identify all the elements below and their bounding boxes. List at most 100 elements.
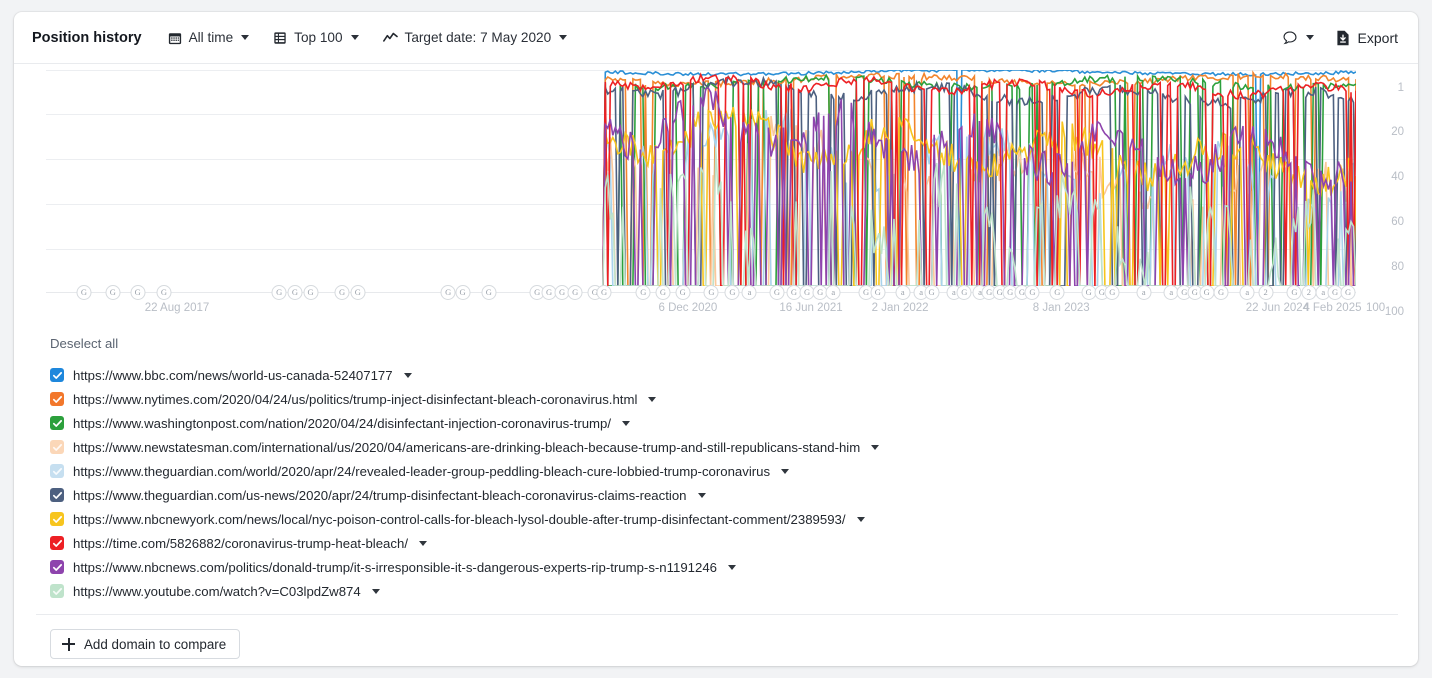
url-label[interactable]: https://time.com/5826882/coronavirus-tru…: [73, 536, 408, 551]
url-legend-list: Deselect all https://www.bbc.com/news/wo…: [14, 324, 1418, 603]
algo-update-marker[interactable]: a: [741, 285, 757, 300]
chart-series-lines: [46, 70, 1356, 286]
algo-update-marker[interactable]: G: [76, 285, 92, 300]
algo-update-marker[interactable]: G: [675, 285, 691, 300]
algo-update-marker[interactable]: G: [156, 285, 172, 300]
url-label[interactable]: https://www.youtube.com/watch?v=C03lpdZw…: [73, 584, 361, 599]
header-actions: Export: [1282, 30, 1398, 46]
x-axis-tick: 16 Jun 2021: [779, 302, 843, 314]
algo-update-marker[interactable]: G: [724, 285, 740, 300]
algo-update-marker[interactable]: G: [481, 285, 497, 300]
url-label[interactable]: https://www.nytimes.com/2020/04/24/us/po…: [73, 392, 637, 407]
algo-update-marker[interactable]: G: [655, 285, 671, 300]
add-domain-area: Add domain to compare: [14, 615, 1418, 659]
target-date-filter[interactable]: Target date: 7 May 2020: [382, 30, 568, 45]
check-icon: [52, 491, 62, 499]
algo-update-marker[interactable]: G: [956, 285, 972, 300]
page-title: Position history: [32, 29, 142, 46]
algo-update-marker[interactable]: G: [870, 285, 886, 300]
algo-update-marker[interactable]: G: [596, 285, 612, 300]
algo-update-marker[interactable]: G: [105, 285, 121, 300]
algo-update-marker[interactable]: G: [287, 285, 303, 300]
url-label[interactable]: https://www.bbc.com/news/world-us-canada…: [73, 368, 393, 383]
algo-update-marker[interactable]: a: [1136, 285, 1152, 300]
algo-update-marker[interactable]: G: [130, 285, 146, 300]
legend-row: https://www.bbc.com/news/world-us-canada…: [36, 363, 1398, 387]
y-axis-tick: 80: [1391, 261, 1404, 273]
chevron-down-icon[interactable]: [781, 468, 790, 474]
url-label[interactable]: https://www.nbcnews.com/politics/donald-…: [73, 560, 717, 575]
algo-update-marker[interactable]: G: [924, 285, 940, 300]
algo-update-marker[interactable]: a: [825, 285, 841, 300]
deselect-all-button[interactable]: Deselect all: [50, 336, 118, 351]
algo-update-marker[interactable]: G: [1213, 285, 1229, 300]
algo-update-marker[interactable]: G: [1104, 285, 1120, 300]
url-checkbox[interactable]: [50, 512, 64, 526]
algo-update-marker[interactable]: G: [1199, 285, 1215, 300]
url-label[interactable]: https://www.washingtonpost.com/nation/20…: [73, 416, 611, 431]
url-checkbox[interactable]: [50, 440, 64, 454]
chevron-down-icon[interactable]: [728, 564, 736, 570]
algo-update-marker[interactable]: G: [1340, 285, 1356, 300]
algo-update-marker[interactable]: G: [350, 285, 366, 300]
chevron-down-icon[interactable]: [856, 516, 865, 522]
url-checkbox[interactable]: [50, 368, 64, 382]
legend-row: https://time.com/5826882/coronavirus-tru…: [36, 531, 1398, 555]
url-label[interactable]: https://www.theguardian.com/world/2020/a…: [73, 464, 770, 479]
algo-update-marker[interactable]: G: [1049, 285, 1065, 300]
url-checkbox[interactable]: [50, 488, 64, 502]
url-checkbox[interactable]: [50, 536, 64, 550]
legend-row: https://www.newstatesman.com/internation…: [36, 435, 1398, 459]
x-axis-tick: 6 Dec 2020: [658, 302, 718, 314]
x-axis-tick: 22 Jun 2024: [1245, 302, 1310, 314]
y-axis-bottom-tick: 100: [1366, 302, 1386, 314]
url-label[interactable]: https://www.nbcnewyork.com/news/local/ny…: [73, 512, 846, 527]
chevron-down-icon[interactable]: [871, 444, 880, 450]
chevron-down-icon[interactable]: [648, 396, 657, 402]
chevron-down-icon[interactable]: [697, 492, 706, 498]
legend-row: https://www.theguardian.com/us-news/2020…: [36, 483, 1398, 507]
algo-update-marker[interactable]: G: [1286, 285, 1302, 300]
algo-update-marker[interactable]: G: [271, 285, 287, 300]
chevron-down-icon[interactable]: [371, 588, 380, 594]
export-button[interactable]: Export: [1336, 30, 1398, 46]
chevron-down-icon[interactable]: [403, 372, 412, 378]
add-domain-label: Add domain to compare: [84, 636, 227, 652]
algo-update-marker[interactable]: G: [567, 285, 583, 300]
comment-bubble-icon: [1282, 30, 1298, 46]
chevron-down-icon: [559, 35, 568, 40]
url-label[interactable]: https://www.theguardian.com/us-news/2020…: [73, 488, 687, 503]
url-checkbox[interactable]: [50, 560, 64, 574]
check-icon: [52, 371, 62, 379]
url-checkbox[interactable]: [50, 584, 64, 598]
comment-menu[interactable]: [1282, 30, 1314, 46]
algo-update-marker[interactable]: G: [334, 285, 350, 300]
algo-update-marker[interactable]: 2: [1258, 285, 1274, 300]
url-label[interactable]: https://www.newstatesman.com/internation…: [73, 440, 860, 455]
algo-update-marker[interactable]: G: [303, 285, 319, 300]
algo-update-marker[interactable]: G: [635, 285, 651, 300]
legend-row: https://www.nytimes.com/2020/04/24/us/po…: [36, 387, 1398, 411]
algo-update-marker[interactable]: G: [769, 285, 785, 300]
algo-update-marker[interactable]: a: [895, 285, 911, 300]
url-checkbox[interactable]: [50, 392, 64, 406]
check-icon: [52, 587, 62, 595]
chevron-down-icon[interactable]: [622, 420, 631, 426]
algo-update-marker[interactable]: G: [440, 285, 456, 300]
x-axis-line: [46, 292, 1356, 293]
x-axis-labels: 22 Aug 2017 6 Dec 2020 16 Jun 2021 2 Jan 20…: [14, 302, 1418, 322]
add-domain-to-compare-button[interactable]: Add domain to compare: [50, 629, 241, 659]
url-checkbox[interactable]: [50, 416, 64, 430]
line-chart-icon: [382, 31, 398, 45]
algo-update-marker[interactable]: 2: [1301, 285, 1317, 300]
url-checkbox[interactable]: [50, 464, 64, 478]
chevron-down-icon[interactable]: [418, 540, 427, 546]
algo-update-marker[interactable]: G: [1024, 285, 1040, 300]
algo-update-marker[interactable]: G: [703, 285, 719, 300]
top-100-filter[interactable]: Top 100: [273, 30, 359, 45]
chevron-down-icon: [1305, 35, 1314, 40]
legend-row: https://www.nbcnewyork.com/news/local/ny…: [36, 507, 1398, 531]
all-time-filter[interactable]: All time: [168, 30, 250, 45]
algo-update-marker[interactable]: G: [455, 285, 471, 300]
algo-update-marker[interactable]: a: [1239, 285, 1255, 300]
